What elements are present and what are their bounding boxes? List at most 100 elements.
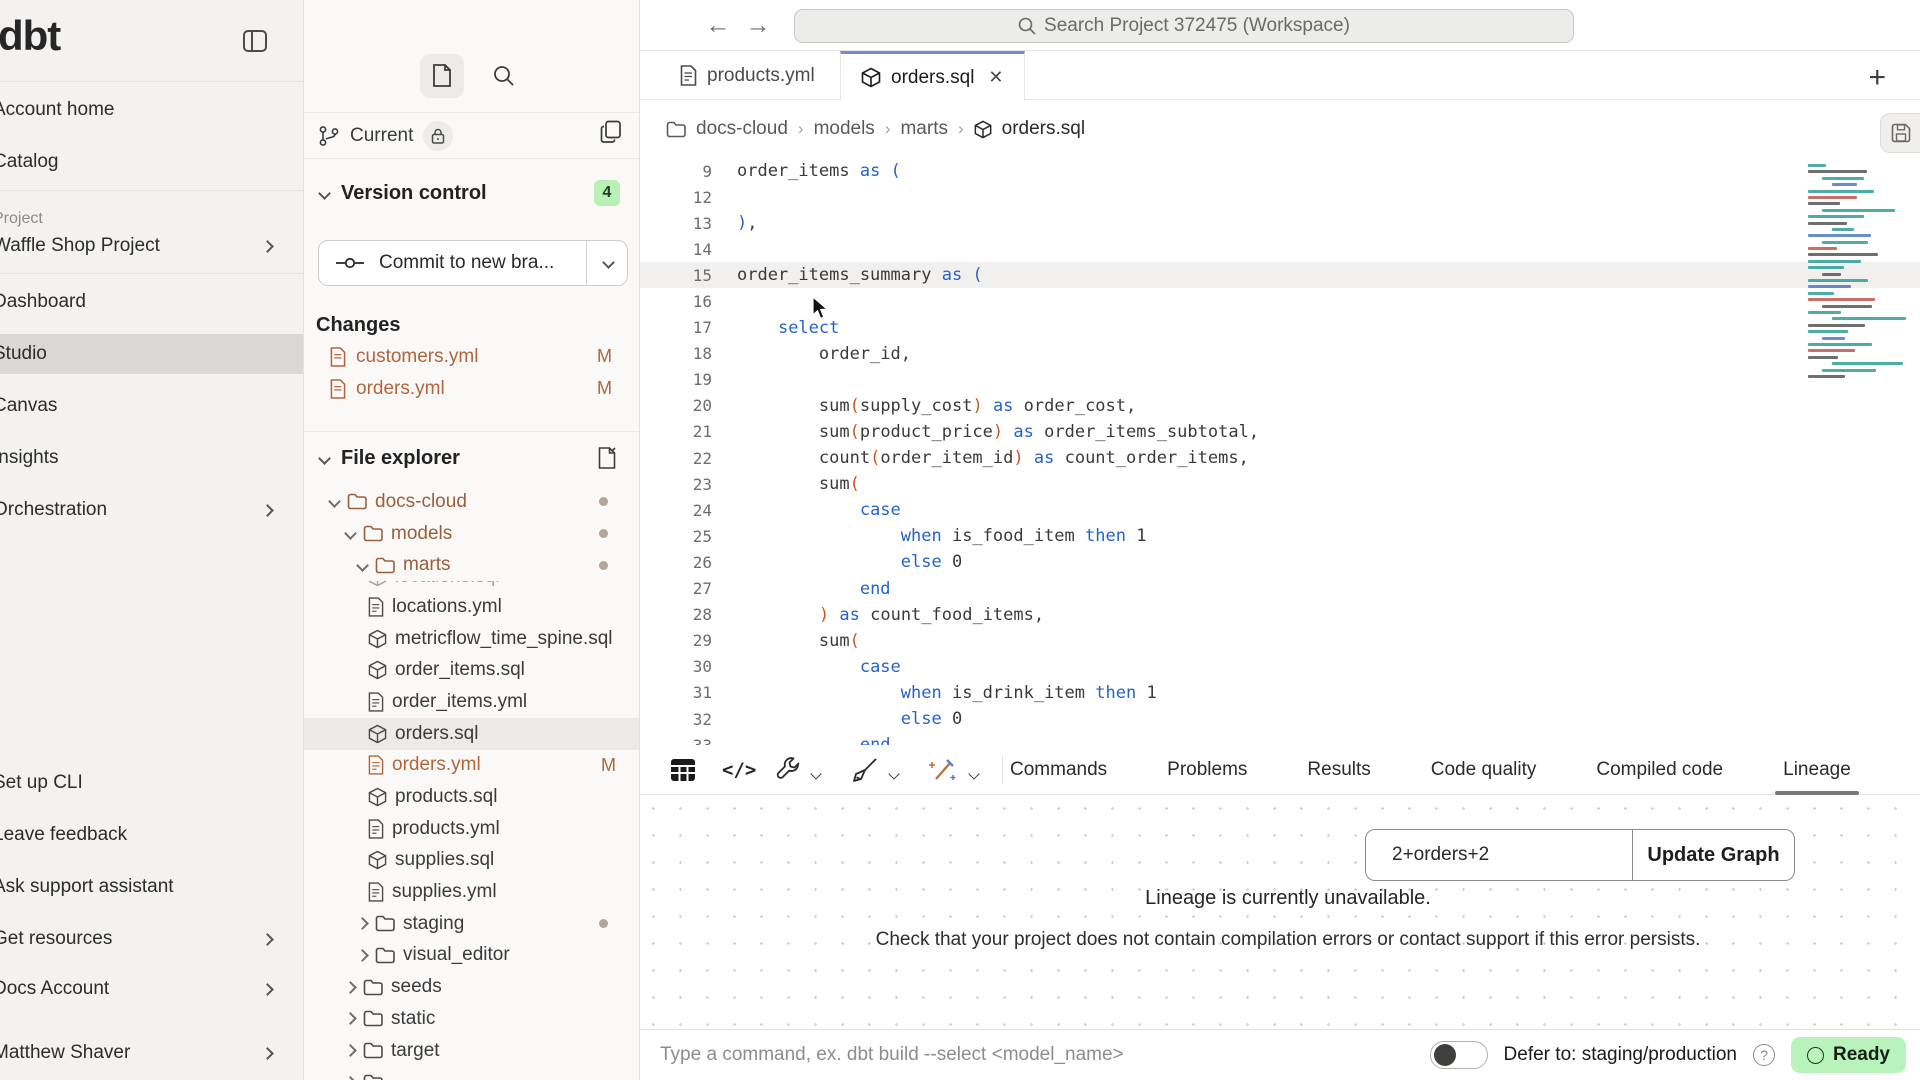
folder-icon bbox=[363, 525, 383, 542]
version-control-header[interactable]: Version control 4 bbox=[304, 176, 640, 210]
tree-item-docs-cloud[interactable]: docs-cloud bbox=[304, 486, 640, 518]
tree-item-order-items-yml[interactable]: order_items.yml bbox=[304, 686, 640, 718]
sidebar-item-get-resources[interactable]: Get resources bbox=[0, 919, 304, 959]
sidebar-item-project[interactable]: Waffle Shop Project bbox=[0, 226, 304, 266]
divider bbox=[0, 81, 304, 82]
sidebar-item-set-up-cli[interactable]: Set up CLI bbox=[0, 763, 304, 803]
bottom-tab-problems[interactable]: Problems bbox=[1167, 745, 1247, 795]
back-arrow[interactable]: ← bbox=[700, 8, 736, 42]
tree-item-products-yml[interactable]: products.yml bbox=[304, 813, 640, 845]
code-text: select bbox=[712, 318, 839, 338]
project-search-input[interactable]: Search Project 372475 (Workspace) bbox=[794, 9, 1574, 43]
bottom-tab-lineage[interactable]: Lineage bbox=[1783, 745, 1851, 795]
lineage-selector-input[interactable]: 2+orders+2 bbox=[1366, 830, 1632, 880]
tree-item-orders-yml[interactable]: orders.ymlM bbox=[304, 750, 640, 782]
tree-item-locations-yml[interactable]: locations.yml bbox=[304, 591, 640, 623]
tree-item-visual-editor[interactable]: visual_editor bbox=[304, 940, 640, 972]
bottom-tab-results[interactable]: Results bbox=[1307, 745, 1370, 795]
sidebar-item-account-home[interactable]: Account home bbox=[0, 90, 304, 130]
sidebar-item-insights[interactable]: Insights bbox=[0, 438, 304, 478]
chevron-right-icon bbox=[261, 933, 274, 946]
tree-item-supplies-yml[interactable]: supplies.yml bbox=[304, 876, 640, 908]
sidebar-item-docs-account[interactable]: Docs Account bbox=[0, 969, 304, 1009]
sidebar-item-studio[interactable]: Studio bbox=[0, 334, 304, 374]
command-input[interactable]: Type a command, ex. dbt build --select <… bbox=[660, 1044, 1124, 1066]
ai-fix-icon[interactable] bbox=[928, 755, 956, 785]
model-cube-icon bbox=[368, 629, 387, 649]
tree-item-seeds[interactable]: seeds bbox=[304, 971, 640, 1003]
breadcrumb-segment[interactable]: marts bbox=[900, 118, 948, 140]
defer-toggle[interactable] bbox=[1430, 1041, 1488, 1069]
tree-item-item[interactable] bbox=[304, 1066, 640, 1080]
sidebar-item-dashboard[interactable]: Dashboard bbox=[0, 282, 304, 322]
search-icon bbox=[1018, 17, 1036, 35]
tree-item-target[interactable]: target bbox=[304, 1035, 640, 1067]
folder-icon bbox=[375, 557, 395, 574]
file-explorer-header[interactable]: File explorer bbox=[304, 441, 640, 475]
chevron-right-icon bbox=[261, 504, 274, 517]
bottom-tab-commands[interactable]: Commands bbox=[1010, 745, 1107, 795]
defer-label: Defer to: staging/production bbox=[1504, 1044, 1737, 1066]
build-dropdown-chevron[interactable] bbox=[812, 765, 820, 783]
tree-item-metricflow-time-spine-sql[interactable]: metricflow_time_spine.sql bbox=[304, 623, 640, 655]
sidebar-item-catalog[interactable]: Catalog bbox=[0, 142, 304, 182]
tree-item-models[interactable]: models bbox=[304, 518, 640, 550]
help-icon[interactable]: ? bbox=[1753, 1044, 1775, 1066]
changed-file-orders-yml[interactable]: orders.ymlM bbox=[304, 373, 640, 404]
search-view-button[interactable] bbox=[482, 54, 526, 98]
breadcrumb-segment[interactable]: models bbox=[814, 118, 875, 140]
save-button[interactable] bbox=[1880, 113, 1920, 153]
minimap[interactable] bbox=[1808, 164, 1898, 394]
new-tab-icon[interactable]: + bbox=[1868, 61, 1886, 95]
breadcrumb-segment[interactable]: docs-cloud bbox=[696, 118, 788, 140]
tree-item-label: orders.sql bbox=[395, 723, 478, 745]
tree-item-label: staging bbox=[403, 913, 464, 935]
tree-item-clipped[interactable]: locations.sql bbox=[304, 581, 640, 591]
close-tab-icon[interactable]: ✕ bbox=[988, 67, 1003, 88]
sidebar-item-canvas[interactable]: Canvas bbox=[0, 386, 304, 426]
sidebar-item-matthew-shaver[interactable]: Matthew Shaver bbox=[0, 1033, 304, 1073]
tree-item-staging[interactable]: staging bbox=[304, 908, 640, 940]
format-broom-icon[interactable] bbox=[852, 755, 878, 785]
chevron-right-icon bbox=[344, 1044, 357, 1057]
bottom-tab-compiled-code[interactable]: Compiled code bbox=[1596, 745, 1723, 795]
code-editor[interactable]: 9order_items as (1213),1415order_items_s… bbox=[640, 158, 1920, 745]
tree-item-orders-sql[interactable]: orders.sql bbox=[304, 718, 640, 750]
yml-file-icon bbox=[368, 755, 384, 775]
code-view-icon[interactable]: </> bbox=[722, 755, 756, 785]
results-table-icon[interactable] bbox=[670, 755, 696, 785]
folder-icon bbox=[363, 1010, 383, 1027]
code-text: case bbox=[712, 500, 901, 520]
tree-item-static[interactable]: static bbox=[304, 1003, 640, 1035]
tree-item-locations-sql[interactable]: locations.sql bbox=[304, 581, 640, 591]
sidebar-item-label: Docs Account bbox=[0, 978, 109, 1000]
new-file-icon[interactable] bbox=[598, 447, 616, 469]
tree-item-clipped[interactable] bbox=[304, 1066, 640, 1080]
ai-dropdown-chevron[interactable] bbox=[970, 765, 978, 783]
format-dropdown-chevron[interactable] bbox=[890, 765, 898, 783]
commit-dropdown-chevron[interactable] bbox=[602, 256, 615, 269]
copy-branch-icon[interactable] bbox=[600, 120, 622, 144]
files-view-button[interactable] bbox=[420, 54, 464, 98]
tree-item-order-items-sql[interactable]: order_items.sql bbox=[304, 654, 640, 686]
line-number: 17 bbox=[640, 318, 712, 337]
sidebar-item-label: Studio bbox=[0, 343, 47, 365]
sidebar-item-ask-support-assistant[interactable]: Ask support assistant bbox=[0, 867, 304, 907]
tab-orders-sql[interactable]: orders.sql ✕ bbox=[840, 51, 1025, 101]
update-graph-button[interactable]: Update Graph bbox=[1632, 830, 1794, 880]
sidebar-collapse-icon[interactable] bbox=[243, 30, 267, 52]
branch-current-row[interactable]: Current bbox=[304, 116, 640, 156]
tree-item-products-sql[interactable]: products.sql bbox=[304, 781, 640, 813]
bottom-tab-code-quality[interactable]: Code quality bbox=[1431, 745, 1537, 795]
tab-products-yml[interactable]: products.yml bbox=[660, 51, 835, 100]
commit-button[interactable]: Commit to new bra... bbox=[318, 240, 628, 286]
tree-item-supplies-sql[interactable]: supplies.sql bbox=[304, 845, 640, 877]
tree-item-marts[interactable]: marts bbox=[304, 549, 640, 581]
line-number: 19 bbox=[640, 370, 712, 389]
build-wrench-icon[interactable] bbox=[774, 755, 800, 785]
sidebar-item-leave-feedback[interactable]: Leave feedback bbox=[0, 815, 304, 855]
forward-arrow[interactable]: → bbox=[740, 8, 776, 42]
changed-file-customers-yml[interactable]: customers.ymlM bbox=[304, 341, 640, 372]
sidebar-item-orchestration[interactable]: Orchestration bbox=[0, 490, 304, 530]
breadcrumb-file: orders.sql bbox=[1002, 118, 1085, 140]
